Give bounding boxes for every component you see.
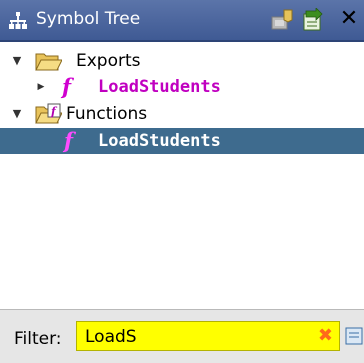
tree-node-export-loadstudents[interactable]: ▶ f LoadStudents: [0, 74, 364, 100]
close-icon[interactable]: ✕: [338, 6, 360, 32]
clear-filter-icon[interactable]: ✖: [318, 325, 333, 346]
folder-open-icon: [35, 53, 62, 71]
title-bar: Symbol Tree ✕: [0, 0, 364, 42]
title-toolbar: ✕: [254, 0, 364, 40]
expand-toggle-icon[interactable]: ▼: [10, 54, 24, 68]
functions-folder-icon: f: [35, 103, 62, 124]
tree-node-label: Exports: [76, 51, 141, 71]
symbol-tree-icon: [9, 12, 27, 29]
tree-node-function-loadstudents[interactable]: f LoadStudents: [0, 128, 364, 154]
collapse-toggle-icon[interactable]: ▶: [34, 80, 48, 94]
function-icon: f: [64, 128, 74, 153]
expand-toggle-icon[interactable]: ▼: [10, 107, 24, 121]
filter-bar: Filter: LoadS ✖: [0, 309, 364, 363]
create-class-icon[interactable]: [270, 8, 294, 32]
tree-node-label: LoadStudents: [98, 77, 221, 97]
tree-node-exports[interactable]: ▼ Exports: [0, 48, 364, 74]
filter-options-icon[interactable]: [345, 325, 364, 347]
panel-title: Symbol Tree: [36, 9, 141, 29]
tree-node-label: Functions: [66, 104, 148, 124]
navigate-icon[interactable]: [300, 8, 324, 32]
filter-input[interactable]: LoadS ✖: [76, 321, 340, 351]
function-icon: f: [62, 74, 72, 99]
symbol-tree-panel: Symbol Tree ✕ ▼ Exports ▶ f LoadStudents…: [0, 0, 364, 363]
tree-node-label: LoadStudents: [98, 131, 221, 151]
tree-node-functions[interactable]: ▼ f Functions: [0, 101, 364, 127]
filter-input-value: LoadS: [85, 327, 137, 347]
filter-label: Filter:: [14, 329, 62, 349]
symbol-tree: ▼ Exports ▶ f LoadStudents ▼ f Functions: [0, 42, 364, 307]
